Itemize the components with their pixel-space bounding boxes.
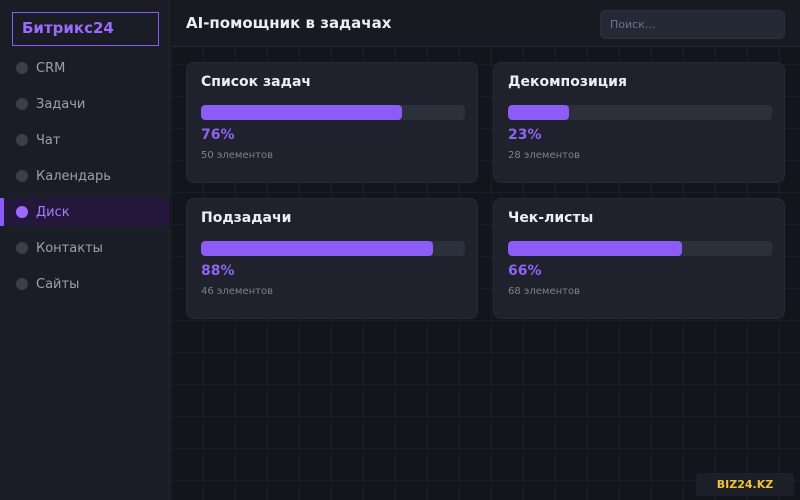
nav-dot-icon xyxy=(16,242,28,254)
sidebar-item-label: Календарь xyxy=(36,168,111,184)
sidebar-item-label: CRM xyxy=(36,60,66,76)
card-title: Декомпозиция xyxy=(508,74,627,90)
card-title: Чек-листы xyxy=(508,210,594,226)
progress-bar-track xyxy=(508,105,772,120)
sidebar-item-tasks[interactable]: Задачи xyxy=(0,90,170,118)
item-count: 28 элементов xyxy=(508,150,581,161)
progress-bar-track xyxy=(508,241,772,256)
main-content: AI-помощник в задачах Список задач 76% 5… xyxy=(171,0,800,500)
top-header: AI-помощник в задачах xyxy=(171,0,800,47)
nav-dot-icon xyxy=(16,62,28,74)
progress-card[interactable]: Чек-листы 66% 68 элементов xyxy=(493,198,785,319)
progress-bar-fill xyxy=(508,105,569,120)
nav-dot-icon xyxy=(16,170,28,182)
progress-percent: 76% xyxy=(201,127,235,143)
card-title: Список задач xyxy=(201,74,311,90)
sidebar-item-label: Сайты xyxy=(36,276,80,292)
sidebar-item-crm[interactable]: CRM xyxy=(0,54,170,82)
item-count: 68 элементов xyxy=(508,286,581,297)
progress-percent: 88% xyxy=(201,263,235,279)
item-count: 50 элементов xyxy=(201,150,274,161)
progress-percent: 23% xyxy=(508,127,542,143)
sidebar-item-label: Диск xyxy=(36,204,70,220)
sidebar: Битрикс24 CRM Задачи Чат Календарь Диск … xyxy=(0,0,170,500)
sidebar-item-label: Контакты xyxy=(36,240,103,256)
progress-card[interactable]: Список задач 76% 50 элементов xyxy=(186,62,478,183)
item-count: 46 элементов xyxy=(201,286,274,297)
progress-bar-track xyxy=(201,241,465,256)
sidebar-item-chat[interactable]: Чат xyxy=(0,126,170,154)
watermark-badge: BIZ24.KZ xyxy=(696,473,794,496)
progress-bar-fill xyxy=(508,241,683,256)
progress-bar-fill xyxy=(201,105,402,120)
progress-card[interactable]: Декомпозиция 23% 28 элементов xyxy=(493,62,785,183)
sidebar-item-calendar[interactable]: Календарь xyxy=(0,162,170,190)
sidebar-item-label: Задачи xyxy=(36,96,86,112)
sidebar-item-sites[interactable]: Сайты xyxy=(0,270,170,298)
sidebar-nav: CRM Задачи Чат Календарь Диск Контакты С… xyxy=(0,54,170,306)
progress-bar-fill xyxy=(201,241,434,256)
progress-card[interactable]: Подзадачи 88% 46 элементов xyxy=(186,198,478,319)
card-title: Подзадачи xyxy=(201,210,292,226)
nav-dot-icon xyxy=(16,206,28,218)
page-title: AI-помощник в задачах xyxy=(186,14,392,32)
nav-dot-icon xyxy=(16,278,28,290)
nav-dot-icon xyxy=(16,134,28,146)
sidebar-item-contacts[interactable]: Контакты xyxy=(0,234,170,262)
progress-percent: 66% xyxy=(508,263,542,279)
search-input[interactable] xyxy=(600,10,785,39)
nav-dot-icon xyxy=(16,98,28,110)
sidebar-item-disk[interactable]: Диск xyxy=(0,198,170,226)
sidebar-item-label: Чат xyxy=(36,132,61,148)
progress-bar-track xyxy=(201,105,465,120)
app-logo[interactable]: Битрикс24 xyxy=(12,12,159,46)
